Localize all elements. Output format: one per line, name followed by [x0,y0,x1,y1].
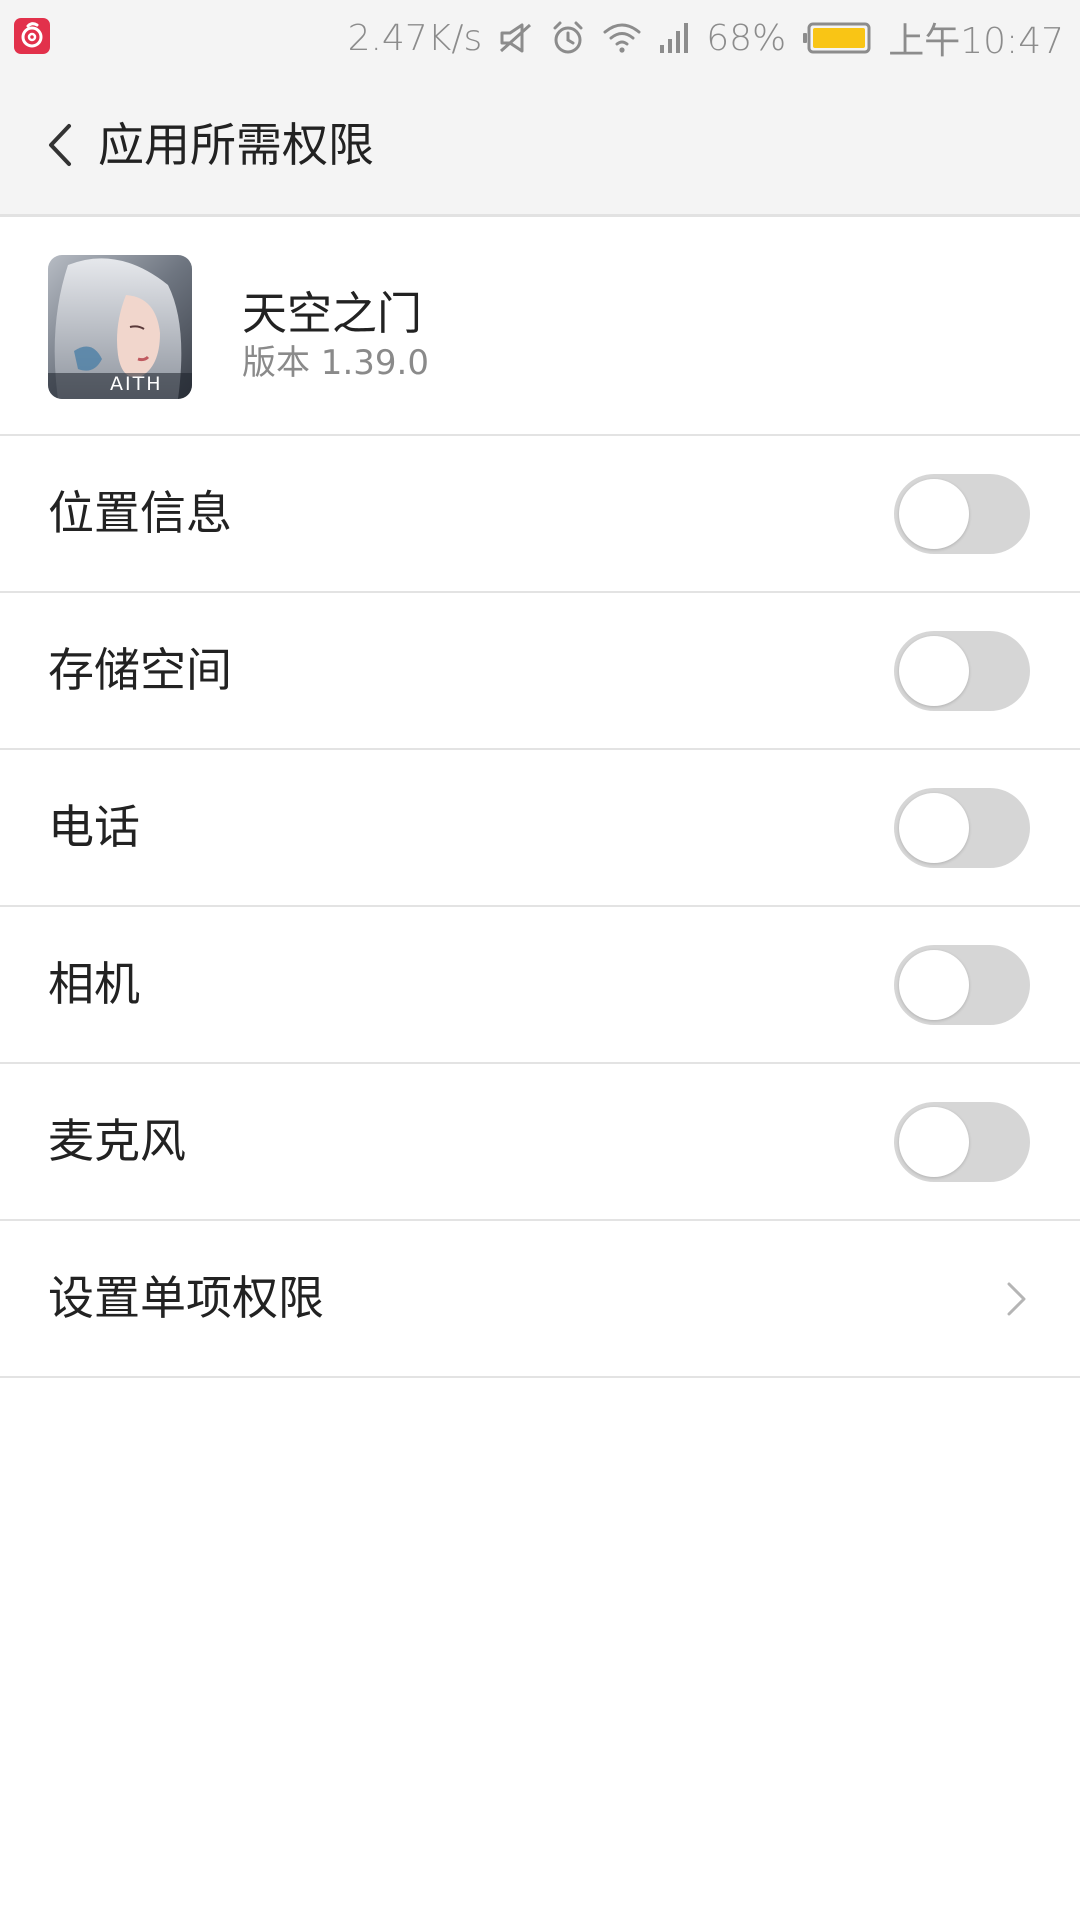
back-arrow-icon [49,124,71,166]
single-permission-settings[interactable]: 设置单项权限 [0,1221,1080,1378]
app-icon-text: AITH [110,373,163,395]
status-indicators: 2.47K/s 68% 上午10:47 [332,0,1064,76]
page-header: 应用所需权限 [0,76,1080,217]
toggle-knob [899,1107,969,1177]
storage-toggle[interactable] [894,631,1030,711]
app-name: 天空之门 [242,287,423,340]
app-icon: AITH [48,255,192,399]
location-toggle[interactable] [894,474,1030,554]
permission-label: 位置信息 [48,486,232,540]
page-title: 应用所需权限 [98,118,374,172]
permission-list: 位置信息 存储空间 电话 相机 麦克风 设置单项权限 [0,436,1080,1378]
camera-toggle[interactable] [894,945,1030,1025]
app-version: 版本 1.39.0 [242,343,429,383]
permission-row-phone[interactable]: 电话 [0,750,1080,907]
toggle-knob [899,636,969,706]
permission-label: 麦克风 [48,1114,186,1168]
chevron-right-icon [1007,1282,1026,1316]
back-button[interactable] [36,110,84,180]
battery-percent: 68% [706,17,787,59]
single-permission-label: 设置单项权限 [48,1271,324,1325]
netease-music-icon [14,18,50,54]
toggle-knob [899,479,969,549]
signal-icon [658,21,690,55]
permission-row-camera[interactable]: 相机 [0,907,1080,1064]
alarm-icon [550,20,586,56]
permission-label: 电话 [48,800,140,854]
permission-row-microphone[interactable]: 麦克风 [0,1064,1080,1221]
status-bar: 2.47K/s 68% 上午10:47 [0,0,1080,76]
wifi-icon [602,21,642,55]
permission-label: 存储空间 [48,643,232,697]
phone-toggle[interactable] [894,788,1030,868]
mute-icon [498,21,534,55]
permission-label: 相机 [48,957,140,1011]
toggle-knob [899,950,969,1020]
clock: 上午10:47 [888,21,1064,62]
app-info: AITH 天空之门 版本 1.39.0 [0,217,1080,436]
network-speed: 2.47K/s [347,17,483,59]
toggle-knob [899,793,969,863]
battery-icon [802,21,872,55]
microphone-toggle[interactable] [894,1102,1030,1182]
permission-row-storage[interactable]: 存储空间 [0,593,1080,750]
permission-row-location[interactable]: 位置信息 [0,436,1080,593]
